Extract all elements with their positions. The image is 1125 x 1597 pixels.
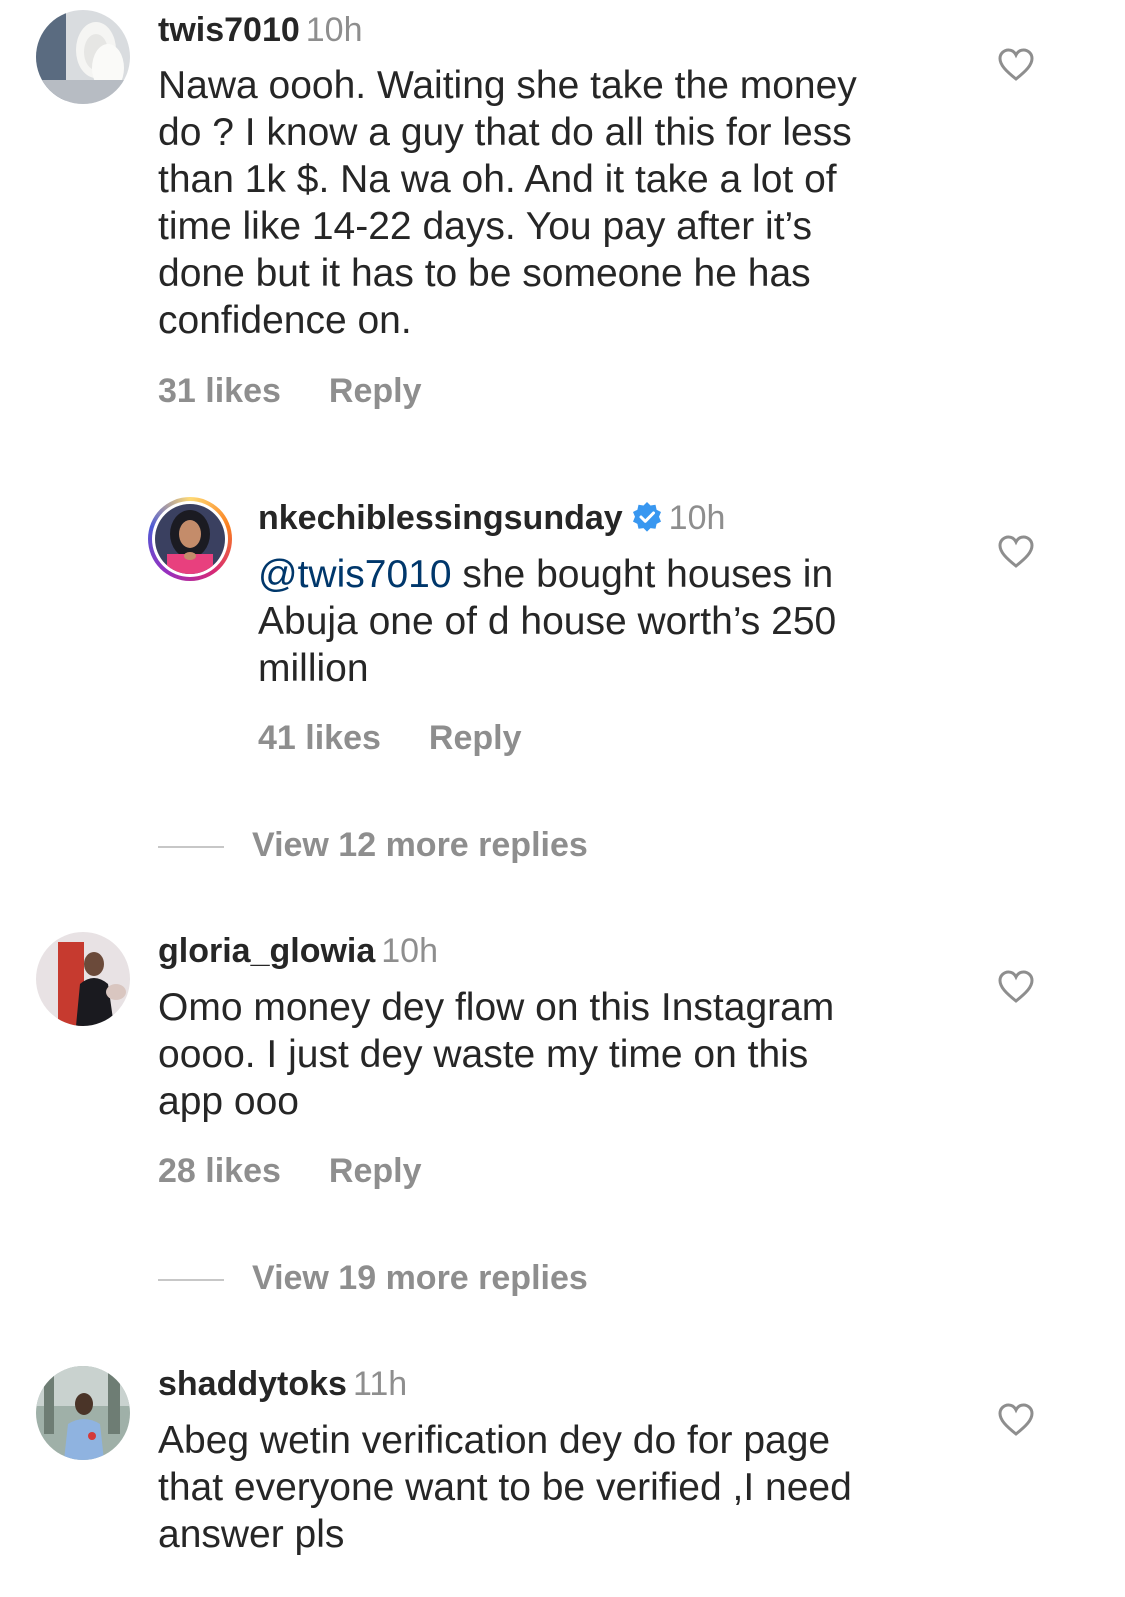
heart-icon[interactable] bbox=[998, 1403, 1034, 1437]
comment-line: Abuja one of d house worth’s 250 bbox=[258, 600, 837, 643]
verified-badge-icon bbox=[631, 501, 663, 542]
username[interactable]: shaddytoks bbox=[158, 1365, 347, 1403]
comment-line: @twis7010 she bought houses in bbox=[258, 551, 958, 598]
heart-icon[interactable] bbox=[998, 535, 1034, 569]
divider bbox=[158, 846, 224, 849]
timestamp: 10h bbox=[668, 499, 726, 537]
view-replies-label: View 12 more replies bbox=[252, 826, 588, 864]
comment-line: that everyone want to be verified ,I nee… bbox=[158, 1466, 852, 1509]
comment-line: oooo. I just dey waste my time on this bbox=[158, 1033, 809, 1076]
divider bbox=[158, 1279, 224, 1282]
comment-line: app ooo bbox=[158, 1080, 299, 1123]
comment-line: Omo money dey flow on this Instagram bbox=[158, 986, 835, 1029]
comment-line: Nawa oooh. Waiting she take the money bbox=[158, 64, 857, 107]
comment-text: Abeg wetin verification dey do for page … bbox=[158, 1417, 948, 1558]
username[interactable]: twis7010 bbox=[158, 11, 300, 49]
reply-button[interactable]: Reply bbox=[329, 372, 422, 410]
comment-line: time like 14-22 days. You pay after it’s bbox=[158, 205, 812, 248]
timestamp: 10h bbox=[305, 11, 363, 49]
avatar[interactable] bbox=[148, 497, 232, 581]
username[interactable]: gloria_glowia bbox=[158, 932, 375, 970]
comment-line: million bbox=[258, 647, 369, 690]
comment-line-text: she bought houses in bbox=[451, 553, 834, 596]
likes-count[interactable]: 31 likes bbox=[158, 372, 281, 410]
view-more-replies-button[interactable]: View 12 more replies bbox=[158, 826, 588, 865]
comment-line: do ? I know a guy that do all this for l… bbox=[158, 111, 852, 154]
comment-line: done but it has to be someone he has bbox=[158, 252, 811, 295]
likes-count[interactable]: 28 likes bbox=[158, 1152, 281, 1190]
avatar[interactable] bbox=[36, 10, 130, 104]
comment-line: Abeg wetin verification dey do for page bbox=[158, 1419, 831, 1462]
avatar[interactable] bbox=[36, 932, 130, 1026]
heart-icon[interactable] bbox=[998, 970, 1034, 1004]
comment-text: Omo money dey flow on this Instagram ooo… bbox=[158, 984, 948, 1125]
likes-count[interactable]: 41 likes bbox=[258, 719, 381, 757]
heart-icon[interactable] bbox=[998, 48, 1034, 82]
mention-link[interactable]: @twis7010 bbox=[258, 553, 452, 596]
comment-text: @twis7010 she bought houses in Abuja one… bbox=[258, 551, 958, 692]
avatar[interactable] bbox=[36, 1366, 130, 1460]
comment-text: Nawa oooh. Waiting she take the money do… bbox=[158, 62, 948, 344]
timestamp: 11h bbox=[352, 1365, 408, 1403]
username[interactable]: nkechiblessingsunday bbox=[258, 499, 623, 537]
comment-line: than 1k $. Na wa oh. And it take a lot o… bbox=[158, 158, 837, 201]
view-replies-label: View 19 more replies bbox=[252, 1259, 588, 1297]
view-more-replies-button[interactable]: View 19 more replies bbox=[158, 1259, 588, 1298]
timestamp: 10h bbox=[381, 932, 438, 970]
reply-button[interactable]: Reply bbox=[429, 719, 522, 757]
reply-button[interactable]: Reply bbox=[329, 1152, 422, 1190]
comment-line: answer pls bbox=[158, 1513, 345, 1556]
comment-line: confidence on. bbox=[158, 299, 412, 342]
